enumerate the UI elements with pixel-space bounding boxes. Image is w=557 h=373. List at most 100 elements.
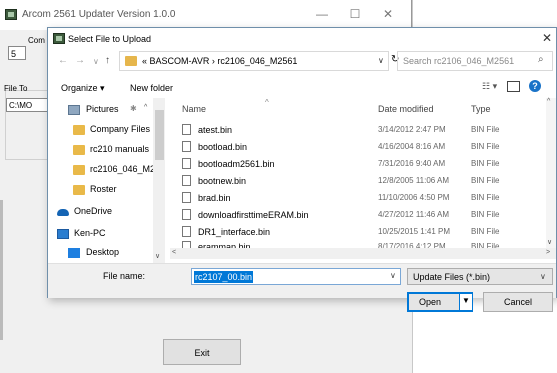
nav-collapse-icon[interactable]: ^ [144, 104, 147, 111]
file-type: BIN File [471, 210, 500, 219]
file-date: 4/16/2004 8:16 AM [378, 142, 446, 151]
file-list-scrollbar[interactable]: ^ ∨ [546, 98, 556, 248]
file-row[interactable]: brad.bin 11/10/2006 4:50 PM BIN File [170, 190, 546, 207]
column-headers: Name ^ Date modified Type [170, 98, 550, 116]
file-name: downloadfirsttimeERAM.bin [198, 210, 309, 220]
open-split-button[interactable]: ▼ [459, 294, 472, 310]
file-name: DR1_interface.bin [198, 227, 271, 237]
column-name[interactable]: Name [182, 104, 206, 114]
address-bar[interactable]: « BASCOM-AVR › rc2106_046_M2561 ∨ [119, 51, 389, 71]
updater-title-bar: Arcom 2561 Updater Version 1.0.0 — ☐ ✕ [0, 0, 412, 30]
file-name-value[interactable]: rc2107_00.bin [194, 271, 254, 283]
chevron-down-icon[interactable]: ∨ [540, 272, 546, 281]
file-row[interactable]: atest.bin 3/14/2012 2:47 PM BIN File [170, 122, 546, 139]
preview-pane-icon[interactable] [507, 81, 520, 92]
back-arrow-icon[interactable]: ← [58, 55, 68, 66]
updater-title: Arcom 2561 Updater Version 1.0.0 [22, 9, 176, 20]
nav-item-label: Desktop [86, 247, 120, 257]
caret-down-icon: ▼ [462, 296, 470, 305]
maximize-button[interactable]: ☐ [345, 6, 365, 22]
nav-scroll-thumb[interactable] [155, 110, 164, 160]
sort-ascending-icon: ^ [265, 98, 269, 107]
scroll-right-icon[interactable]: > [546, 249, 550, 256]
pictures-icon [68, 105, 80, 115]
cancel-button[interactable]: Cancel [483, 292, 553, 312]
organize-button[interactable]: Organize ▾ [61, 83, 105, 94]
new-folder-button[interactable]: New folder [130, 83, 173, 93]
nav-item-label: Ken-PC [74, 228, 106, 238]
file-date: 3/14/2012 2:47 PM [378, 125, 446, 134]
file-type: BIN File [471, 159, 500, 168]
recent-chevron-icon[interactable]: ∨ [93, 57, 99, 66]
search-input[interactable]: Search rc2106_046_M2561 [403, 56, 514, 66]
folder-icon [73, 125, 85, 135]
breadcrumb[interactable]: « BASCOM-AVR › rc2106_046_M2561 [142, 56, 297, 66]
computer-icon [57, 229, 69, 239]
file-row[interactable]: downloadfirsttimeERAM.bin 4/27/2012 11:4… [170, 207, 546, 224]
file-date: 7/31/2016 9:40 AM [378, 159, 446, 168]
scroll-up-icon[interactable]: ^ [547, 98, 550, 105]
nav-item-label: Pictures [86, 104, 119, 114]
com-port-field[interactable]: 5 [8, 46, 26, 60]
file-icon [182, 141, 191, 152]
file-row[interactable]: bootload.bin 4/16/2004 8:16 AM BIN File [170, 139, 546, 156]
file-name: bootloadm2561.bin [198, 159, 275, 169]
com-label: Com [28, 36, 45, 45]
search-box[interactable]: Search rc2106_046_M2561 ⌕ [397, 51, 553, 71]
file-type: BIN File [471, 176, 500, 185]
file-name: atest.bin [198, 125, 233, 135]
file-type-filter-value: Update Files (*.bin) [413, 272, 491, 282]
desktop-icon [68, 248, 80, 258]
file-date: 11/10/2006 4:50 PM [378, 193, 450, 202]
view-options-icon[interactable]: ☷ ▾ [482, 81, 497, 92]
file-icon [182, 226, 191, 237]
scroll-left-icon[interactable]: < [172, 249, 176, 256]
window-edge-strip [0, 200, 3, 340]
file-date: 4/27/2012 11:46 AM [378, 210, 450, 219]
file-path-field[interactable]: C:\MO [6, 98, 50, 112]
scroll-down-icon[interactable]: ∨ [547, 238, 552, 246]
forward-arrow-icon[interactable]: → [75, 55, 85, 66]
file-date: 12/8/2005 11:06 AM [378, 176, 450, 185]
help-icon[interactable]: ? [529, 80, 541, 92]
file-name-input[interactable]: rc2107_00.bin ∨ [191, 268, 401, 285]
minimize-button[interactable]: — [312, 6, 332, 22]
dialog-close-button[interactable]: ✕ [542, 31, 552, 45]
file-list-hscrollbar[interactable]: < > [170, 248, 556, 259]
file-row[interactable]: bootnew.bin 12/8/2005 11:06 AM BIN File [170, 173, 546, 190]
updater-close-button[interactable]: ✕ [378, 6, 398, 22]
folder-icon [73, 145, 85, 155]
up-arrow-icon[interactable]: ↑ [105, 55, 110, 66]
file-type: BIN File [471, 142, 500, 151]
search-icon[interactable]: ⌕ [538, 54, 544, 65]
select-file-dialog: Select File to Upload ✕ ← → ∨ ↑ « BASCOM… [47, 27, 557, 312]
onedrive-icon [57, 209, 69, 216]
file-name: bootload.bin [198, 142, 248, 152]
file-row[interactable]: bootloadm2561.bin 7/31/2016 9:40 AM BIN … [170, 156, 546, 173]
file-icon [182, 158, 191, 169]
file-type: BIN File [471, 193, 500, 202]
column-date-modified[interactable]: Date modified [378, 104, 434, 114]
nav-scroll-down-icon[interactable]: ∨ [155, 252, 160, 260]
file-type: BIN File [471, 125, 500, 134]
dialog-toolbar: Organize ▾ New folder ☷ ▾ ? [48, 76, 556, 98]
nav-item-label: OneDrive [74, 206, 113, 216]
file-name: brad.bin [198, 193, 231, 203]
open-button[interactable]: Open ▼ [407, 292, 473, 312]
file-type-filter[interactable]: Update Files (*.bin) ∨ [407, 268, 553, 285]
window-edge [411, 0, 412, 30]
open-button-label: Open [419, 297, 442, 307]
address-dropdown-icon[interactable]: ∨ [378, 56, 384, 65]
chevron-down-icon[interactable]: ∨ [390, 271, 396, 280]
pin-icon: ✱ [130, 104, 137, 113]
file-to-label: File To [4, 84, 28, 93]
nav-item-label: rc210 manuals [90, 144, 150, 154]
file-icon [182, 192, 191, 203]
file-icon [182, 175, 191, 186]
file-name: bootnew.bin [198, 176, 247, 186]
folder-icon [125, 56, 137, 66]
navigation-pane: Pictures ✱ ^ Company Files rc210 manuals… [48, 98, 166, 263]
column-type[interactable]: Type [471, 104, 491, 114]
dialog-app-icon [53, 33, 65, 44]
exit-button[interactable]: Exit [163, 339, 241, 365]
